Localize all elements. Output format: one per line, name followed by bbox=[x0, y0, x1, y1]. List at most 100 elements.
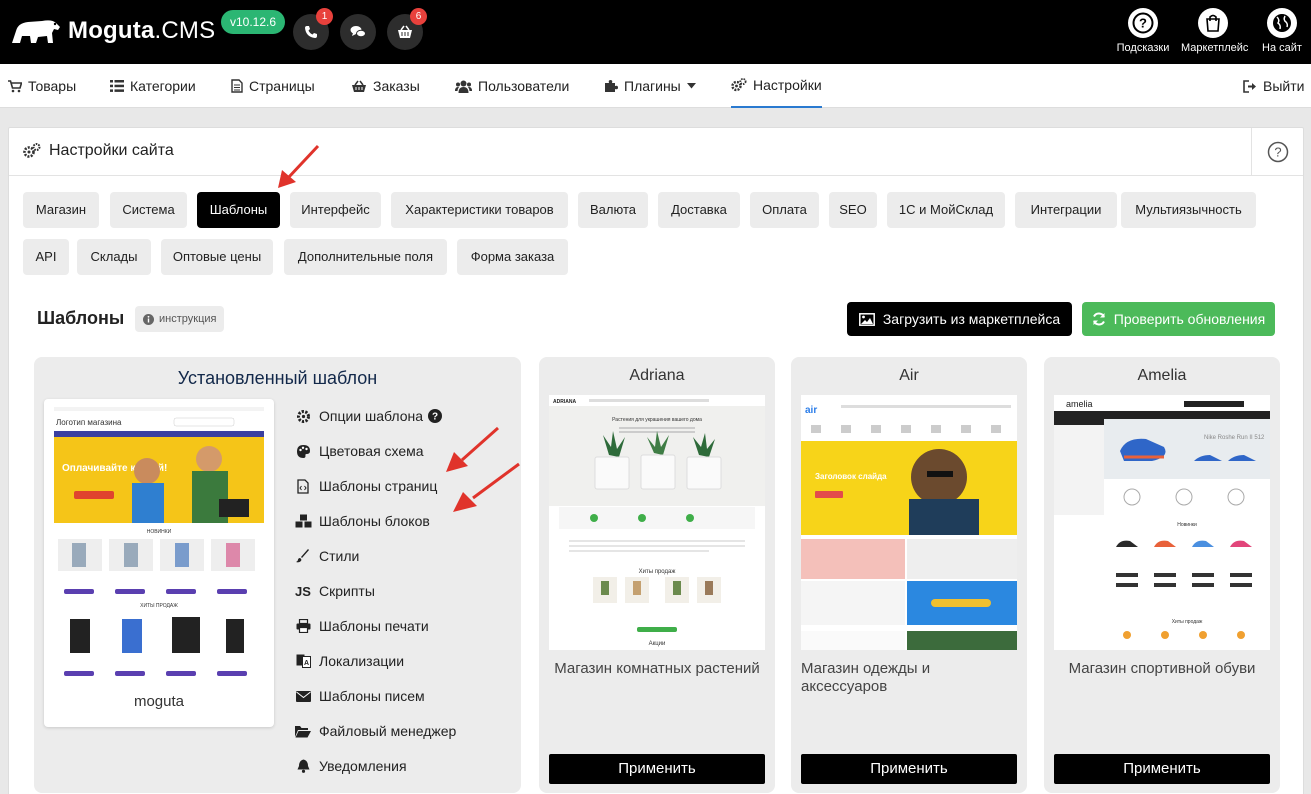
nav-item-users[interactable]: Пользователи bbox=[455, 64, 569, 108]
logout-link[interactable]: Выйти bbox=[1243, 64, 1304, 108]
template-preview-adriana[interactable]: ADRIANA Растения для украшения вашего до… bbox=[549, 395, 765, 650]
installed-template-name: moguta bbox=[133, 693, 185, 710]
template-card-description: Магазин спортивной обуви bbox=[1068, 660, 1256, 677]
tab-wholesale[interactable]: Оптовые цены bbox=[161, 239, 273, 275]
palette-icon bbox=[296, 444, 310, 458]
chat-icon bbox=[350, 26, 366, 38]
tab-interface[interactable]: Интерфейс bbox=[290, 192, 381, 228]
menu-label: Файловый менеджер bbox=[319, 723, 457, 739]
tab-product-properties[interactable]: Характеристики товаров bbox=[391, 192, 568, 228]
template-card-name: Adriana bbox=[629, 367, 685, 384]
logo[interactable]: Moguta.CMS bbox=[8, 13, 215, 49]
amelia-preview-hits: Хиты продаж bbox=[1172, 619, 1203, 625]
list-icon bbox=[110, 80, 124, 92]
apply-button-air[interactable]: Применить bbox=[801, 754, 1017, 784]
menu-scripts[interactable]: JS Скрипты bbox=[294, 580, 514, 602]
nav-label: Настройки bbox=[753, 77, 822, 93]
template-preview-amelia[interactable]: amelia Nike Roshe Run II 512 Новинки Хит… bbox=[1054, 395, 1270, 650]
section-title: Шаблоны bbox=[37, 308, 125, 328]
nav-item-plugins[interactable]: Плагины bbox=[604, 64, 702, 108]
tab-1c[interactable]: 1С и МойСклад bbox=[887, 192, 1005, 228]
question-circle-icon[interactable]: ? bbox=[428, 409, 443, 423]
tab-shop[interactable]: Магазин bbox=[23, 192, 99, 228]
cogs-icon bbox=[731, 78, 747, 92]
template-preview-air[interactable]: air Заголовок слайда bbox=[801, 395, 1017, 650]
nav-item-categories[interactable]: Категории bbox=[110, 64, 196, 108]
to-site-label: На сайт bbox=[1262, 42, 1302, 54]
nav-item-products[interactable]: Товары bbox=[8, 64, 76, 108]
load-marketplace-label: Загрузить из маркетплейса bbox=[882, 311, 1061, 327]
menu-label: Стили bbox=[319, 548, 360, 564]
template-card-name: Air bbox=[899, 367, 919, 384]
annotation-arrow bbox=[278, 144, 320, 188]
menu-print-templates[interactable]: Шаблоны печати bbox=[294, 615, 514, 637]
nav-label: Пользователи bbox=[478, 78, 570, 94]
question-icon: ? bbox=[1132, 12, 1154, 34]
menu-label: Скрипты bbox=[319, 583, 375, 599]
svg-text:?: ? bbox=[1139, 16, 1147, 31]
menu-file-manager[interactable]: Файловый менеджер bbox=[294, 720, 514, 742]
menu-notifications[interactable]: Уведомления bbox=[294, 755, 514, 777]
cart-button[interactable]: 6 bbox=[387, 8, 427, 50]
chat-button[interactable] bbox=[340, 14, 376, 50]
question-circle-icon: ? bbox=[1267, 141, 1288, 163]
menu-localization[interactable]: A Локализации bbox=[294, 650, 514, 672]
installed-heading: Установленный шаблон bbox=[177, 368, 378, 388]
tab-order-form[interactable]: Форма заказа bbox=[457, 239, 568, 275]
tab-delivery[interactable]: Доставка bbox=[658, 192, 740, 228]
amelia-preview-new: Новинки bbox=[1177, 522, 1197, 528]
tab-extra-fields[interactable]: Дополнительные поля bbox=[284, 239, 447, 275]
to-site-button[interactable]: На сайт bbox=[1250, 8, 1311, 54]
hints-button[interactable]: ? Подсказки bbox=[1111, 8, 1175, 54]
apply-button-amelia[interactable]: Применить bbox=[1054, 754, 1270, 784]
nav-label: Заказы bbox=[373, 78, 420, 94]
svg-text:?: ? bbox=[432, 412, 438, 423]
logout-label: Выйти bbox=[1263, 78, 1305, 94]
basket-icon bbox=[352, 80, 366, 92]
template-card-description: Магазин одежды и аксессуаров bbox=[801, 660, 931, 695]
tab-warehouses[interactable]: Склады bbox=[77, 239, 151, 275]
air-preview-image: air Заголовок слайда bbox=[801, 395, 1017, 650]
tab-templates[interactable]: Шаблоны bbox=[197, 192, 280, 228]
template-card-adriana: Adriana ADRIANA Растения для украшения в… bbox=[539, 357, 775, 793]
apply-button-adriana[interactable]: Применить bbox=[549, 754, 765, 784]
installed-template-preview[interactable]: Логотип магазина Оплачивайте картой! НОВ… bbox=[44, 399, 274, 727]
tab-seo[interactable]: SEO bbox=[829, 192, 877, 228]
brush-icon bbox=[296, 549, 309, 563]
menu-label: Локализации bbox=[319, 653, 405, 669]
top-bar: Moguta.CMS v10.12.6 1 6 ? Подсказки Марк… bbox=[0, 0, 1311, 64]
users-icon bbox=[455, 80, 472, 93]
panel-help-button[interactable]: ? bbox=[1251, 128, 1303, 176]
sign-out-icon bbox=[1243, 79, 1256, 93]
tab-integrations[interactable]: Интеграции bbox=[1015, 192, 1117, 228]
nav-item-settings[interactable]: Настройки bbox=[731, 64, 822, 108]
adriana-preview-logo: ADRIANA bbox=[553, 399, 576, 405]
menu-styles[interactable]: Стили bbox=[294, 545, 514, 567]
puzzle-icon bbox=[605, 80, 618, 92]
menu-email-templates[interactable]: Шаблоны писем bbox=[294, 685, 514, 707]
nav-item-orders[interactable]: Заказы bbox=[351, 64, 420, 108]
tab-payment[interactable]: Оплата bbox=[750, 192, 819, 228]
image-icon bbox=[858, 312, 875, 326]
instruction-link[interactable]: инструкция bbox=[135, 306, 225, 332]
bear-logo-icon bbox=[12, 20, 60, 43]
check-updates-button[interactable]: Проверить обновления bbox=[1082, 302, 1275, 336]
phone-button[interactable]: 1 bbox=[293, 8, 333, 50]
load-marketplace-button[interactable]: Загрузить из маркетплейса bbox=[847, 302, 1072, 336]
tab-api[interactable]: API bbox=[23, 239, 69, 275]
menu-label: Шаблоны печати bbox=[319, 618, 429, 634]
tab-currency[interactable]: Валюта bbox=[578, 192, 648, 228]
preview-hits-title: ХИТЫ ПРОДАЖ bbox=[140, 603, 178, 609]
marketplace-button[interactable]: Маркетплейс bbox=[1181, 8, 1248, 54]
menu-label: Цветовая схема bbox=[319, 443, 424, 459]
cogs-icon bbox=[23, 143, 41, 158]
adriana-preview-image: ADRIANA Растения для украшения вашего до… bbox=[549, 395, 765, 650]
tab-multilang[interactable]: Мультиязычность bbox=[1121, 192, 1256, 228]
template-card-amelia: Amelia amelia Nike Roshe Run II 512 Нови… bbox=[1044, 357, 1280, 793]
panel-title-text: Настройки сайта bbox=[49, 142, 174, 159]
nav-item-pages[interactable]: Страницы bbox=[231, 64, 315, 108]
tab-system[interactable]: Система bbox=[110, 192, 187, 228]
file-icon bbox=[231, 79, 243, 93]
basket-icon bbox=[398, 25, 412, 38]
nav-label: Категории bbox=[130, 78, 196, 94]
